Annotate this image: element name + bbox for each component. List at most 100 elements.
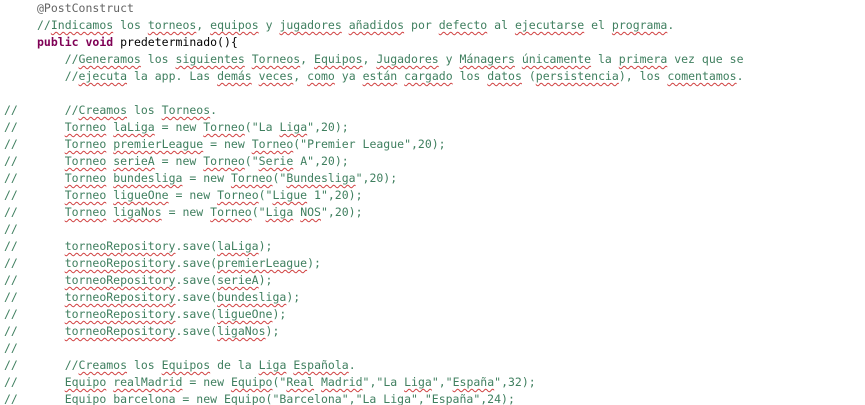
code-line[interactable]: //ejecuta la app. Las demás veces, como … <box>0 68 865 85</box>
spellcheck-word: Barcelona <box>279 392 342 405</box>
spellcheck-word: torneoRepository <box>64 239 176 253</box>
code-text: torneoRepository.save(laLiga); <box>64 239 273 253</box>
comment-marker: // <box>4 222 18 236</box>
code-line[interactable] <box>0 85 865 102</box>
spellcheck-word: premierLeague <box>217 256 308 270</box>
spellcheck-word: Liga <box>279 120 308 134</box>
code-line[interactable]: @PostConstruct <box>0 0 865 17</box>
code-text: torneoRepository.save(bundesliga); <box>64 290 301 304</box>
code-line[interactable]: // <box>0 340 865 357</box>
code-line[interactable]: // torneoRepository.save(serieA); <box>0 272 865 289</box>
comment-marker: // <box>4 188 18 202</box>
spellcheck-word: Torneo <box>210 205 252 219</box>
code-text: //ejecuta la app. Las demás veces, como … <box>37 69 744 83</box>
spellcheck-word: Liga <box>258 358 287 372</box>
spellcheck-word: Liga <box>383 392 411 405</box>
code-text: Equipo barcelona = new Equipo("Barcelona… <box>64 392 515 405</box>
spellcheck-word: veces <box>258 69 294 83</box>
spellcheck-word: torneoRepository <box>64 324 176 338</box>
code-line[interactable]: // Equipo barcelona = new Equipo("Barcel… <box>0 391 865 405</box>
spellcheck-word: ligueOne <box>113 188 169 202</box>
spellcheck-word: únicamente <box>521 52 592 66</box>
spellcheck-word: realMadrid <box>113 375 183 389</box>
code-line[interactable]: // Torneo ligaNos = new Torneo("Liga NOS… <box>0 204 865 221</box>
spellcheck-word: Equipo <box>230 375 273 389</box>
code-line[interactable]: // Torneo laLiga = new Torneo("La Liga",… <box>0 119 865 136</box>
annotation-token: @PostConstruct <box>37 1 134 15</box>
spellcheck-word: torneoRepository <box>64 256 176 270</box>
spellcheck-word: añadidos <box>348 18 405 32</box>
code-line[interactable]: // Torneo bundesliga = new Torneo("Bunde… <box>0 170 865 187</box>
spellcheck-word: programa <box>611 18 668 32</box>
spellcheck-word: Torneo <box>203 154 245 168</box>
code-text: public void predeterminado(){ <box>37 34 238 51</box>
comment-marker: // <box>4 375 18 389</box>
comment-marker: // <box>4 205 18 219</box>
code-line[interactable]: // //Creamos los Torneos. <box>0 102 865 119</box>
spellcheck-word: Torneo <box>64 120 107 134</box>
code-text: //Indicamos los torneos, equipos y jugad… <box>37 18 675 32</box>
code-line[interactable]: //Generamos los siguientes Torneos, Equi… <box>0 51 865 68</box>
spellcheck-word: barcelona <box>113 392 176 405</box>
comment-marker: // <box>4 256 18 270</box>
comment-marker: // <box>4 120 18 134</box>
spellcheck-word: Creamos <box>78 103 128 117</box>
code-text: torneoRepository.save(serieA); <box>64 273 273 287</box>
spellcheck-word: Española <box>293 358 349 372</box>
code-line[interactable]: public void predeterminado(){ <box>0 34 865 51</box>
spellcheck-word: están <box>362 69 398 83</box>
spellcheck-word: Generamos <box>78 52 141 66</box>
comment-marker: // <box>4 392 18 405</box>
spellcheck-word: Torneo <box>64 205 107 219</box>
spellcheck-word: Equipo <box>64 392 107 405</box>
spellcheck-word: torneoRepository <box>64 307 176 321</box>
spellcheck-word: Torneo <box>64 137 107 151</box>
spellcheck-word: España <box>452 375 495 389</box>
spellcheck-word: datos <box>487 69 522 83</box>
spellcheck-word: Equipo <box>64 375 107 389</box>
comment-marker: // <box>4 324 18 338</box>
spellcheck-word: Jugadores <box>376 52 439 66</box>
spellcheck-word: ligaNos <box>217 324 266 338</box>
spellcheck-word: NOS <box>300 205 321 219</box>
spellcheck-word: bundesliga <box>217 290 287 304</box>
code-text: torneoRepository.save(premierLeague); <box>64 256 321 270</box>
spellcheck-word: serieA <box>113 154 155 168</box>
spellcheck-word: ejecutarse <box>514 18 585 32</box>
code-editor[interactable]: @PostConstruct //Indicamos los torneos, e… <box>0 0 865 405</box>
spellcheck-word: bundesliga <box>113 171 183 185</box>
spellcheck-word: Bundesliga <box>286 171 356 185</box>
code-line[interactable]: // torneoRepository.save(laLiga); <box>0 238 865 255</box>
code-line[interactable]: // torneoRepository.save(ligaNos); <box>0 323 865 340</box>
comment-marker: // <box>4 137 18 151</box>
code-line[interactable]: // Torneo serieA = new Torneo("Serie A",… <box>0 153 865 170</box>
code-line[interactable]: // torneoRepository.save(ligueOne); <box>0 306 865 323</box>
spellcheck-word: Serie <box>258 154 294 168</box>
code-text: Torneo premierLeague = new Torneo("Premi… <box>64 137 446 151</box>
code-text: Equipo realMadrid = new Equipo("Real Mad… <box>64 375 536 389</box>
spellcheck-word: siguientes <box>175 52 245 66</box>
code-line[interactable]: // //Creamos los Equipos de la Liga Espa… <box>0 357 865 374</box>
spellcheck-word: Creamos <box>78 358 128 372</box>
code-line[interactable]: // Equipo realMadrid = new Equipo("Real … <box>0 374 865 391</box>
comment-marker: // <box>4 171 18 185</box>
spellcheck-word: defecto <box>438 18 488 32</box>
code-line[interactable]: // Torneo premierLeague = new Torneo("Pr… <box>0 136 865 153</box>
spellcheck-word: ligaNos <box>113 205 162 219</box>
code-line[interactable]: //Indicamos los torneos, equipos y jugad… <box>0 17 865 34</box>
spellcheck-word: persistencia <box>535 69 619 83</box>
code-text: //Creamos los Torneos. <box>37 103 218 117</box>
spellcheck-word: Torneo <box>64 188 107 202</box>
code-text: //Generamos los siguientes Torneos, Equi… <box>37 52 744 66</box>
comment-marker: // <box>4 103 18 117</box>
code-line[interactable]: // torneoRepository.save(bundesliga); <box>0 289 865 306</box>
code-line[interactable]: // Torneo ligueOne = new Torneo("Ligue 1… <box>0 187 865 204</box>
keyword-token: public <box>37 35 79 49</box>
spellcheck-word: Ligue <box>272 188 308 202</box>
code-line[interactable]: // torneoRepository.save(premierLeague); <box>0 255 865 272</box>
spellcheck-word: serieA <box>217 273 259 287</box>
code-line[interactable]: // <box>0 221 865 238</box>
code-text: //Creamos los Equipos de la Liga Español… <box>37 358 356 372</box>
code-text: torneoRepository.save(ligueOne); <box>64 307 287 321</box>
spellcheck-word: ligueOne <box>217 307 273 321</box>
